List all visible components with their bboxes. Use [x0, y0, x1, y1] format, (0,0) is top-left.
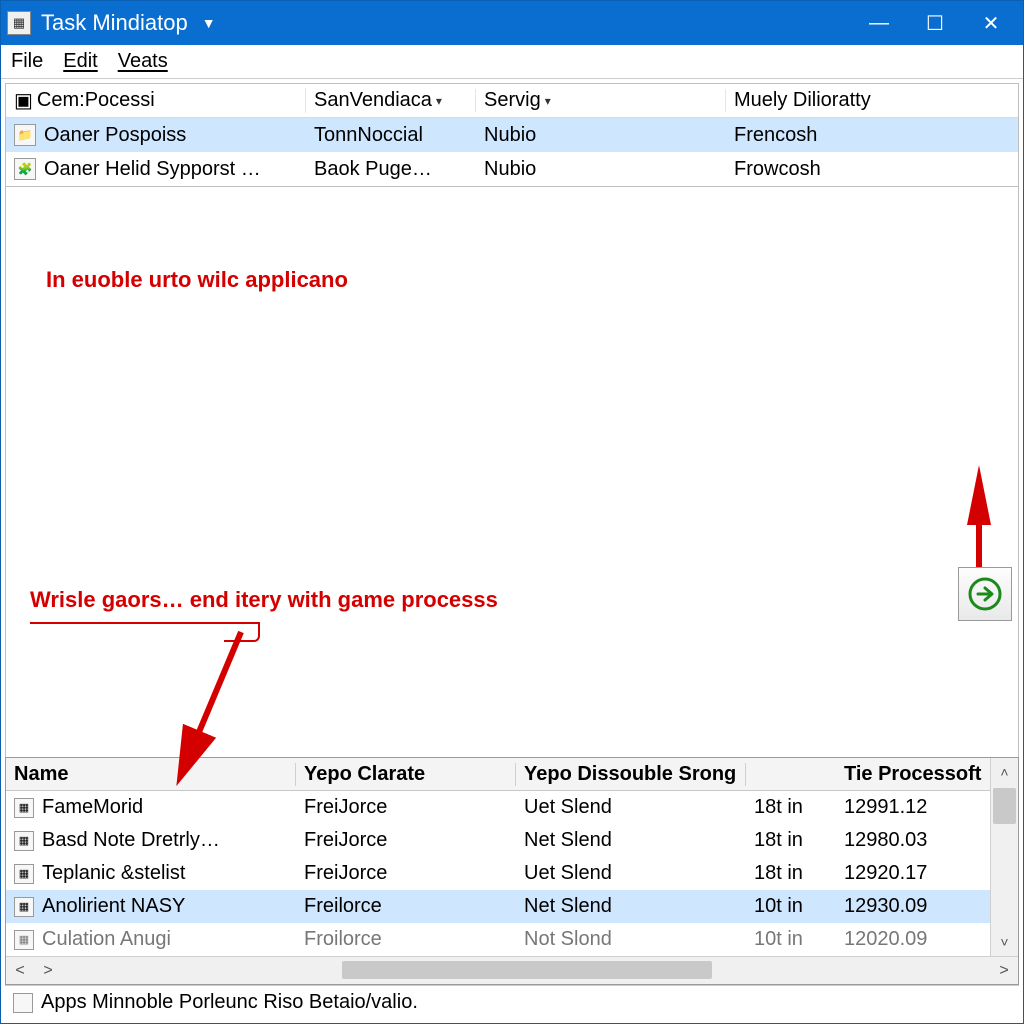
arrow-diagonal-icon: [236, 627, 356, 778]
cell: 12920.17: [836, 862, 990, 885]
scroll-left-button[interactable]: <: [6, 957, 34, 985]
status-icon: [13, 993, 33, 1013]
lower-col-dissouble[interactable]: Yepo Dissouble Srong: [516, 763, 746, 786]
menu-edit[interactable]: Edit: [63, 50, 97, 73]
cell: Freilorce: [296, 895, 516, 918]
cell: 10t in: [746, 895, 836, 918]
app-window: ▦ Task Mindiatop ▼ — ☐ ✕ File Edit Veats…: [0, 0, 1024, 1024]
upper-pane: ▣ Cem:Pocessi SanVendiaca▾ Servig ▾ Muel…: [5, 83, 1019, 187]
upper-row[interactable]: 🧩 Oaner Helid Sypporst … Baok Puge… Nubio…: [6, 152, 1018, 186]
row-name: FameMorid: [42, 796, 143, 819]
cell: 12991.12: [836, 796, 990, 819]
app-icon: ▦: [14, 864, 34, 884]
cell: 10t in: [746, 928, 836, 951]
status-text: Apps Minnoble Porleunc Riso Betaio/valio…: [41, 991, 418, 1014]
scroll-down-button[interactable]: ˅: [991, 928, 1018, 956]
cell: FreiJorce: [296, 796, 516, 819]
process-name: Oaner Pospoiss: [44, 124, 186, 147]
upper-row[interactable]: 📁 Oaner Pospoiss TonnNoccial Nubio Frenco…: [6, 118, 1018, 152]
cell: Frencosh: [726, 124, 1018, 147]
cell: FreiJorce: [296, 862, 516, 885]
arrow-right-circle-icon: [968, 577, 1002, 611]
lower-row[interactable]: ▦Basd Note Dretrly… FreiJorce Net Slend …: [6, 824, 990, 857]
lower-col-processoft[interactable]: Tie Processoft: [836, 763, 990, 786]
lower-header-row: Name Yepo Clarate Yepo Dissouble Srong T…: [6, 758, 990, 791]
lower-pane: Name Yepo Clarate Yepo Dissouble Srong T…: [5, 757, 1019, 985]
program-icon: 🧩: [14, 158, 36, 180]
cell: Uet Slend: [516, 796, 746, 819]
app-icon: ▦: [14, 930, 34, 950]
app-icon: ▦: [14, 897, 34, 917]
scroll-track[interactable]: [991, 826, 1018, 928]
menu-file[interactable]: File: [11, 50, 43, 73]
annotation-text-2: Wrisle gaors… end itery with game proces…: [30, 587, 498, 613]
cell: Nubio: [476, 158, 726, 181]
go-button[interactable]: [958, 567, 1012, 621]
cell: 18t in: [746, 796, 836, 819]
upper-header-row: ▣ Cem:Pocessi SanVendiaca▾ Servig ▾ Muel…: [6, 84, 1018, 118]
cell: Froilorce: [296, 928, 516, 951]
cell: 12980.03: [836, 829, 990, 852]
cell: 12930.09: [836, 895, 990, 918]
scroll-right-button[interactable]: >: [34, 957, 62, 985]
cell: 18t in: [746, 862, 836, 885]
folder-icon: 📁: [14, 124, 36, 146]
cell: Nubio: [476, 124, 726, 147]
upper-empty-area: In euoble urto wilc applicano Wrisle gao…: [5, 187, 1019, 757]
upper-col-service[interactable]: Servig ▾: [476, 89, 726, 112]
cell: Uet Slend: [516, 862, 746, 885]
maximize-button[interactable]: ☐: [907, 1, 963, 45]
row-name: Basd Note Dretrly…: [42, 829, 220, 852]
app-icon: ▦: [14, 798, 34, 818]
minimize-button[interactable]: —: [851, 1, 907, 45]
upper-col-vendor[interactable]: SanVendiaca▾: [306, 89, 476, 112]
annotation-text-1: In euoble urto wilc applicano: [46, 267, 348, 293]
chevron-down-icon: ▾: [545, 94, 551, 108]
row-name: Anolirient NASY: [42, 895, 185, 918]
app-icon: ▦: [7, 11, 31, 35]
row-name: Culation Anugi: [42, 928, 171, 951]
scroll-track[interactable]: [62, 957, 990, 984]
lower-row[interactable]: ▦ Teplanic &stelist FreiJorce Uet Slend 1…: [6, 857, 990, 890]
upper-col-priority[interactable]: Muely Dilioratty: [726, 89, 1018, 112]
cell: Frowcosh: [726, 158, 1018, 181]
title-dropdown-icon[interactable]: ▼: [202, 15, 216, 31]
vertical-scrollbar[interactable]: ˄ ˅: [990, 758, 1018, 956]
app-icon: ▦: [14, 831, 34, 851]
cell: TonnNoccial: [306, 124, 476, 147]
window-title: Task Mindiatop: [41, 10, 188, 36]
cell: 18t in: [746, 829, 836, 852]
process-icon: ▣: [14, 88, 33, 113]
lower-row[interactable]: ▦ Culation Anugi Froilorce Not Slond 10t …: [6, 923, 990, 956]
lower-table: Name Yepo Clarate Yepo Dissouble Srong T…: [6, 758, 990, 956]
menu-veats[interactable]: Veats: [118, 50, 168, 73]
cell: FreiJorce: [296, 829, 516, 852]
title-bar[interactable]: ▦ Task Mindiatop ▼ — ☐ ✕: [1, 1, 1023, 45]
row-name: Teplanic &stelist: [42, 862, 185, 885]
status-bar: Apps Minnoble Porleunc Riso Betaio/valio…: [5, 985, 1019, 1019]
process-name: Oaner Helid Sypporst …: [44, 158, 261, 181]
cell: Net Slend: [516, 829, 746, 852]
scroll-thumb[interactable]: [993, 788, 1016, 824]
chevron-down-icon: ▾: [436, 94, 442, 108]
lower-row[interactable]: ▦ FameMorid FreiJorce Uet Slend 18t in 12…: [6, 791, 990, 824]
menu-bar: File Edit Veats: [1, 45, 1023, 79]
cell: Baok Puge…: [306, 158, 476, 181]
close-button[interactable]: ✕: [963, 1, 1019, 45]
cell: 12020.09: [836, 928, 990, 951]
lower-row[interactable]: ▦ Anolirient NASY Freilorce Net Slend 10t…: [6, 890, 990, 923]
upper-col-process[interactable]: ▣ Cem:Pocessi: [6, 88, 306, 113]
scroll-thumb[interactable]: [342, 961, 712, 979]
cell: Not Slond: [516, 928, 746, 951]
scroll-up-button[interactable]: ˄: [991, 758, 1018, 786]
horizontal-scrollbar[interactable]: < > >: [6, 956, 1018, 984]
cell: Net Slend: [516, 895, 746, 918]
scroll-right-end-button[interactable]: >: [990, 957, 1018, 985]
